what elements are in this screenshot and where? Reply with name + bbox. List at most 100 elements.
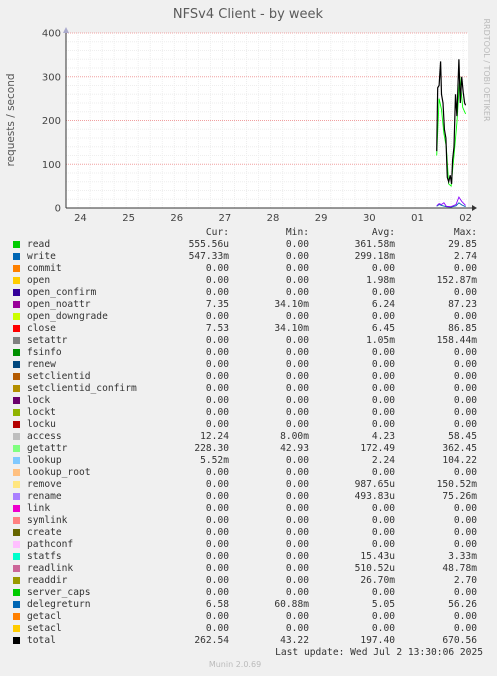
legend-max: 0.00 [453,467,477,478]
legend-max: 48.78m [442,563,477,574]
legend-row: create 0.00 0.00 0.00 0.00 [0,527,497,539]
legend-name: setclientid [27,371,91,382]
legend-max: 0.00 [453,407,477,418]
legend-max: 0.00 [453,515,477,526]
legend-max: 2.70 [453,575,477,586]
last-update: Last update: Wed Jul 2 13:30:06 2025 [275,647,483,658]
legend-min: 42.93 [280,443,309,454]
legend-avg: 0.00 [371,515,395,526]
legend-swatch [13,541,20,548]
legend-swatch [13,409,20,416]
legend-swatch [13,289,20,296]
legend-row: remove 0.00 0.00 987.65u 150.52m [0,479,497,491]
legend-name: lookup_root [27,467,91,478]
legend-swatch [13,637,20,644]
legend-avg: 26.70m [360,575,395,586]
legend-name: delegreturn [27,599,91,610]
legend-name: lookup [27,455,62,466]
legend-row: total 262.54 43.22 197.40 670.56 [0,635,497,647]
legend-swatch [13,241,20,248]
legend-row: pathconf 0.00 0.00 0.00 0.00 [0,539,497,551]
legend-cur: 0.00 [205,491,229,502]
legend-cur: 0.00 [205,611,229,622]
legend-name: symlink [27,515,68,526]
legend-min: 0.00 [285,395,309,406]
legend-max: 362.45 [442,443,477,454]
legend-max: 86.85 [448,323,477,334]
legend-name: rename [27,491,62,502]
legend-min: 34.10m [274,323,309,334]
legend-cur: 0.00 [205,371,229,382]
legend-min: 0.00 [285,575,309,586]
legend-name: link [27,503,51,514]
legend-name: read [27,239,51,250]
legend-swatch [13,529,20,536]
legend-max: 0.00 [453,311,477,322]
legend-swatch [13,577,20,584]
legend-max: 0.00 [453,383,477,394]
legend-min: 0.00 [285,527,309,538]
legend-max: 0.00 [453,503,477,514]
legend-name: setclientid_confirm [27,383,137,394]
legend-min: 0.00 [285,539,309,550]
legend-max: 152.87m [436,275,477,286]
legend-max: 0.00 [453,395,477,406]
legend-cur: 6.58 [205,599,229,610]
legend-row: commit 0.00 0.00 0.00 0.00 [0,263,497,275]
legend-avg: 0.00 [371,347,395,358]
legend-max: 150.52m [436,479,477,490]
legend-row: link 0.00 0.00 0.00 0.00 [0,503,497,515]
legend-min: 0.00 [285,623,309,634]
legend-max: 0.00 [453,287,477,298]
legend-swatch [13,553,20,560]
legend-row: rename 0.00 0.00 493.83u 75.26m [0,491,497,503]
legend-min: 0.00 [285,239,309,250]
legend-max: 58.45 [448,431,477,442]
legend-row: setclientid 0.00 0.00 0.00 0.00 [0,371,497,383]
legend-cur: 0.00 [205,623,229,634]
legend-name: setacl [27,623,62,634]
legend-name: create [27,527,62,538]
legend-avg: 1.98m [366,275,395,286]
legend-min: 0.00 [285,587,309,598]
legend-cur: 228.30 [194,443,229,454]
legend-cur: 0.00 [205,335,229,346]
legend-swatch [13,433,20,440]
legend-name: lockt [27,407,56,418]
legend-cur: 0.00 [205,551,229,562]
x-tick-label: 01 [411,213,424,224]
legend-cur: 0.00 [205,587,229,598]
legend-max: 0.00 [453,611,477,622]
legend-avg: 0.00 [371,419,395,430]
legend-min: 0.00 [285,407,309,418]
legend-name: server_caps [27,587,91,598]
legend-name: locku [27,419,56,430]
legend-swatch [13,313,20,320]
x-tick-label: 27 [219,213,232,224]
header-min: Min: [285,227,309,238]
legend-cur: 0.00 [205,419,229,430]
legend-swatch [13,337,20,344]
legend-swatch [13,373,20,380]
legend-row: open_noattr 7.35 34.10m 6.24 87.23 [0,299,497,311]
legend-row: lookup_root 0.00 0.00 0.00 0.00 [0,467,497,479]
legend-name: pathconf [27,539,74,550]
legend-max: 0.00 [453,623,477,634]
legend-cur: 0.00 [205,515,229,526]
x-tick-label: 26 [170,213,183,224]
legend-avg: 0.00 [371,587,395,598]
y-tick-label: 100 [42,160,61,171]
header-avg: Avg: [371,227,395,238]
legend-swatch [13,397,20,404]
legend-row: setclientid_confirm 0.00 0.00 0.00 0.00 [0,383,497,395]
legend-row: open 0.00 0.00 1.98m 152.87m [0,275,497,287]
legend-avg: 0.00 [371,623,395,634]
legend-row: locku 0.00 0.00 0.00 0.00 [0,419,497,431]
legend-avg: 361.58m [354,239,395,250]
y-axis-label: requests / second [5,73,17,166]
legend-name: getattr [27,443,68,454]
legend-max: 75.26m [442,491,477,502]
legend-name: open_noattr [27,299,91,310]
y-tick-label: 200 [42,116,61,127]
legend-name: readlink [27,563,74,574]
